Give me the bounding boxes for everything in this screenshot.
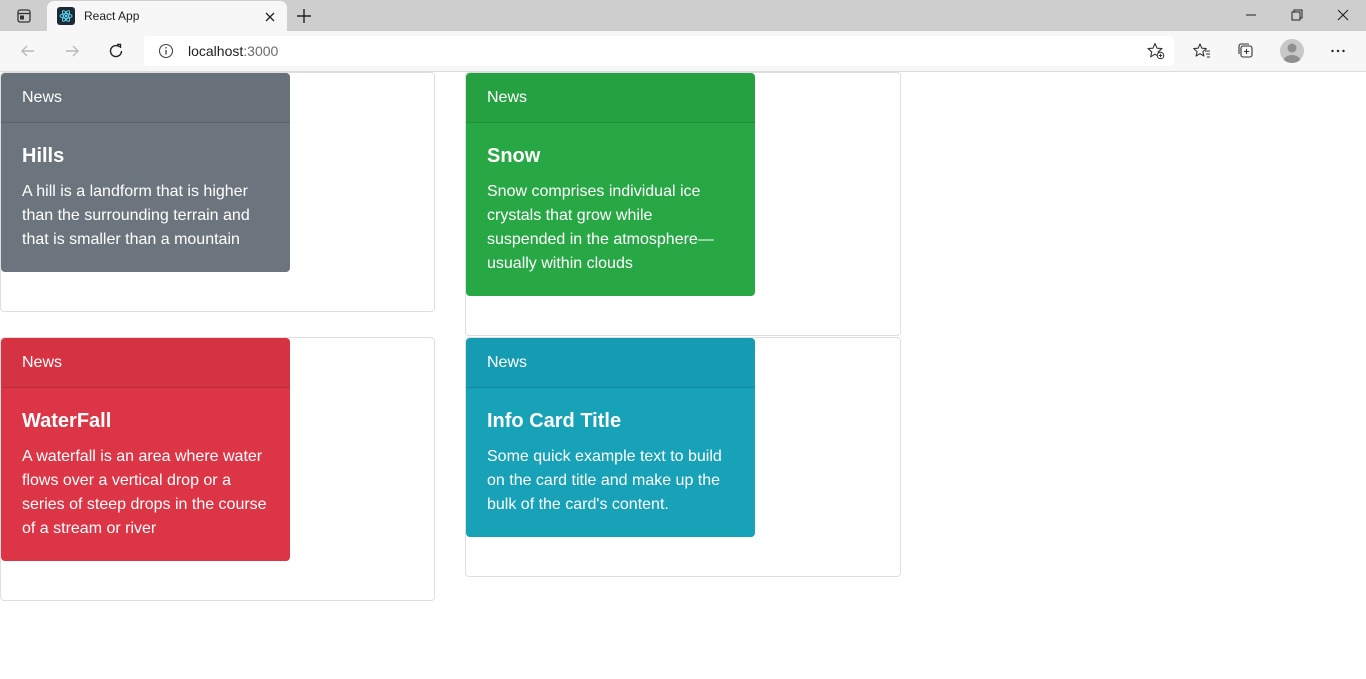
forward-arrow-icon[interactable] — [60, 39, 84, 63]
tab-strip: React App — [0, 0, 1366, 32]
card-text: A hill is a landform that is higher than… — [22, 183, 250, 248]
card-header: News — [1, 338, 290, 388]
address-bar[interactable]: localhost:3000 — [144, 36, 1174, 66]
card-text: Some quick example text to build on the … — [487, 448, 722, 513]
card-container-info: News Info Card Title Some quick example … — [465, 337, 901, 577]
card-body: WaterFall A waterfall is an area where w… — [1, 388, 290, 561]
tab-actions-icon[interactable] — [14, 7, 34, 25]
card-hills: News Hills A hill is a landform that is … — [1, 73, 290, 272]
card-container-waterfall: News WaterFall A waterfall is an area wh… — [0, 337, 435, 601]
card-container-snow: News Snow Snow comprises individual ice … — [465, 72, 901, 336]
info-icon[interactable] — [158, 43, 174, 59]
card-body: Hills A hill is a landform that is highe… — [1, 123, 290, 272]
browser-tab[interactable]: React App — [47, 1, 287, 32]
url-host: localhost — [188, 43, 244, 59]
card-text: Snow comprises individual ice crystals t… — [487, 183, 714, 272]
card-text: A waterfall is an area where water flows… — [22, 448, 267, 537]
card-title: WaterFall — [22, 410, 112, 432]
refresh-icon[interactable] — [104, 39, 128, 63]
url-port: :3000 — [243, 43, 279, 59]
card-title: Snow — [487, 145, 541, 167]
card-title: Info Card Title — [487, 410, 622, 432]
new-tab-icon[interactable] — [293, 6, 315, 26]
add-favorite-icon[interactable] — [1146, 41, 1166, 61]
card-header: News — [466, 73, 755, 123]
card-container-hills: News Hills A hill is a landform that is … — [0, 72, 435, 312]
collections-icon[interactable] — [1234, 39, 1258, 63]
card-header: News — [1, 73, 290, 123]
restore-icon[interactable] — [1274, 0, 1320, 30]
browser-toolbar: localhost:3000 — [0, 31, 1366, 72]
card-waterfall: News WaterFall A waterfall is an area wh… — [1, 338, 290, 561]
profile-avatar[interactable] — [1280, 39, 1304, 63]
back-arrow-icon[interactable] — [16, 39, 40, 63]
card-header: News — [466, 338, 755, 388]
minimize-icon[interactable] — [1228, 0, 1274, 30]
tab-title: React App — [84, 9, 140, 23]
react-logo-icon — [57, 7, 75, 25]
card-title: Hills — [22, 145, 65, 167]
card-snow: News Snow Snow comprises individual ice … — [466, 73, 755, 296]
more-options-icon[interactable] — [1326, 39, 1350, 63]
close-tab-icon[interactable] — [261, 8, 279, 26]
card-body: Info Card Title Some quick example text … — [466, 388, 755, 537]
close-window-icon[interactable] — [1320, 0, 1366, 30]
url-text[interactable]: localhost:3000 — [188, 43, 278, 59]
card-body: Snow Snow comprises individual ice cryst… — [466, 123, 755, 296]
favorites-icon[interactable] — [1190, 39, 1214, 63]
card-info: News Info Card Title Some quick example … — [466, 338, 755, 537]
